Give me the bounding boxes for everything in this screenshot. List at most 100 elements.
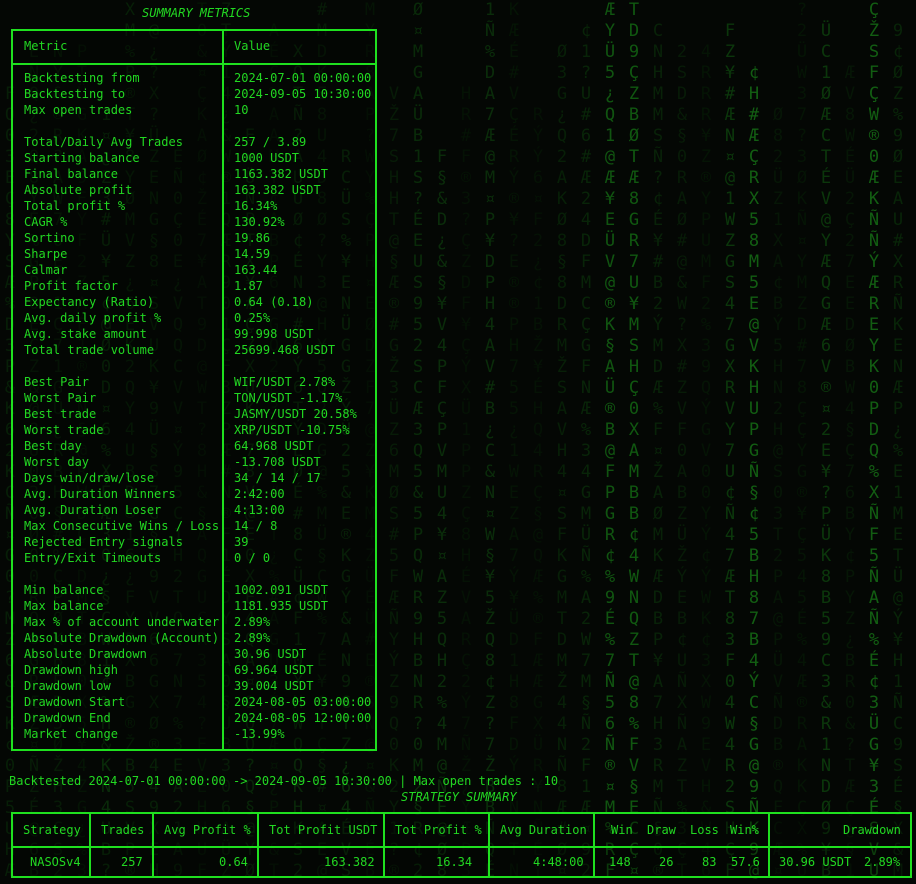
rain-column: Ø ¤ M G A Ü B 1 S ? É E U S 9 5 2 S C Æ … — [412, 0, 424, 881]
rain-column: Ç Ž S F Ç W ® 0 Æ K Ñ Ñ Ý Æ R E Y K 0 P … — [868, 0, 880, 881]
metric-label: Calmar — [24, 263, 68, 277]
metric-value: 130.92% — [234, 215, 285, 229]
metric-value: 257 / 3.89 — [234, 135, 307, 149]
metric-label: Avg. daily profit % — [24, 311, 162, 325]
cell-loss: 83 — [702, 855, 717, 869]
metric-label: Worst Pair — [24, 391, 97, 405]
rain-column: 1 Ñ % D A 7 Æ @ M ¤ P ¥ D P H 4 A V # B … — [484, 0, 496, 881]
metric-value: 1163.382 USDT — [234, 167, 328, 181]
metric-value: 25699.468 USDT — [234, 343, 336, 357]
rain-column: 9 ¢ Ø Z % 9 Ø E A U # X R Ñ K E N Æ P ¿ … — [892, 21, 904, 881]
cell-tot-profit-pct: 16.34 — [436, 855, 473, 869]
metric-value: 163.382 USDT — [234, 183, 321, 197]
metric-value: 1000 USDT — [234, 151, 300, 165]
header-loss: Loss — [690, 823, 719, 837]
metric-spacer — [234, 358, 371, 374]
summary-metrics-title: SUMMARY METRICS — [142, 6, 251, 20]
metric-label: Rejected Entry signals — [24, 535, 183, 549]
metric-label: Max open trades — [24, 103, 133, 117]
metric-value: 39 — [234, 535, 249, 549]
metric-value: 34 / 14 / 17 — [234, 471, 321, 485]
metric-value: 39.004 USDT — [234, 679, 314, 693]
metric-label: Min balance — [24, 583, 104, 597]
metric-label: Best Pair — [24, 375, 90, 389]
rain-column: F § & D ¿ & § ¥ V 4 P F Ç P V M U 4 ¥ ¤ … — [436, 147, 448, 881]
metric-value: JASMY/USDT 20.58% — [234, 407, 357, 421]
metric-label: CAGR % — [24, 215, 68, 229]
rain-column: V Ž 7 S H H T @ § Æ ® # G Ž 3 Ü Z 6 M Ø … — [388, 84, 400, 881]
metric-value: 30.96 USDT — [234, 647, 307, 661]
header-win: Win — [611, 823, 633, 837]
metric-value: 2024-08-05 03:00:00 — [234, 695, 372, 709]
rain-column: F Z ¥ # Æ N ¤ @ 1 W Z G S 4 7 G X R V Y … — [724, 21, 736, 881]
metric-label: Final balance — [24, 167, 118, 181]
metric-label: Max balance — [24, 599, 104, 613]
rain-column: ? 2 Ü W 3 7 ? 3 Ø K Ñ ¤ Y M Z D # 7 8 Ç … — [796, 0, 808, 881]
cell-avg-duration: 4:48:00 — [533, 855, 584, 869]
metric-label: Avg. Duration Loser — [24, 503, 162, 517]
metrics-header-value: Value — [234, 39, 271, 53]
metrics-column-divider — [222, 31, 224, 749]
metric-label: Total/Daily Avg Trades — [24, 135, 183, 149]
metric-label: Worst trade — [24, 423, 104, 437]
metric-value: 2.89% — [234, 615, 271, 629]
metric-spacer — [234, 566, 371, 582]
metric-value: 14.59 — [234, 247, 271, 261]
metric-value: 4:13:00 — [234, 503, 285, 517]
metric-label: Best trade — [24, 407, 97, 421]
metric-values-column: 2024-07-01 00:00:00 2024-09-05 10:30:00 10… — [234, 70, 371, 742]
cell-win: 148 — [609, 855, 631, 869]
metric-value: 14 / 8 — [234, 519, 278, 533]
strategy-col-divider — [488, 814, 490, 876]
header-avg-duration: Avg Duration — [500, 823, 587, 837]
metric-label: Avg. Duration Winners — [24, 487, 176, 501]
metric-label: Backtesting from — [24, 71, 140, 85]
metric-value: 10 — [234, 103, 249, 117]
metric-label: Entry/Exit Timeouts — [24, 551, 162, 565]
cell-avg-profit: 0.64 — [219, 855, 248, 869]
metric-label: Backtesting to — [24, 87, 126, 101]
rain-column: ¢ H # Æ Ç R X 5 8 M 5 E @ V K H U P G Ñ … — [748, 63, 760, 881]
rain-column: Ü C 1 Ø Æ C T É V @ Y Æ Q G Æ 6 V ® ¤ 2 … — [820, 21, 832, 881]
rain-column: T D 9 Ç Z B Ø T Æ 8 G R 7 U ¥ M S H Ç 0 … — [628, 0, 640, 881]
metric-spacer — [24, 358, 219, 374]
metric-label: Avg. stake amount — [24, 327, 147, 341]
cell-winpct: 57.6 — [731, 855, 760, 869]
rain-column: ¢ 1 ? U # 6 # Æ 2 4 D F M C Ç G F N Æ % … — [580, 21, 592, 881]
summary-metrics-table: Metric Value Backtesting from Backtesting… — [11, 29, 377, 751]
cell-trades: 257 — [121, 855, 143, 869]
metric-label: Total profit % — [24, 199, 126, 213]
metric-names-column: Backtesting from Backtesting to Max open t… — [24, 70, 219, 742]
strategy-col-divider — [152, 814, 154, 876]
header-avg-profit: Avg Profit % — [164, 823, 251, 837]
metric-spacer — [24, 118, 219, 134]
header-trades: Trades — [101, 823, 145, 837]
metric-value: 0.25% — [234, 311, 271, 325]
backtested-info-line: Backtested 2024-07-01 00:00:00 -> 2024-0… — [9, 774, 559, 788]
header-drawdown: Drawdown — [843, 823, 901, 837]
rain-column: K Æ É # V Ç É R Ý ® ¥ ? E ® ® P H 7 5 5 … — [508, 0, 520, 881]
cell-draw: 26 — [659, 855, 674, 869]
metric-value: 1181.935 USDT — [234, 599, 328, 613]
metric-label: Expectancy (Ratio) — [24, 295, 155, 309]
cell-tot-profit-usdt: 163.382 — [324, 855, 375, 869]
rain-column: Æ Y Ü 5 ¿ Q 1 @ Æ ¥ E Ü V @ ® K § A Ü ® … — [604, 0, 616, 881]
metric-label: Market change — [24, 727, 118, 741]
rain-column: Æ V 8 W É Ü 2 Ç 2 7 E E D Ø B W 4 § Ç 7 … — [844, 63, 856, 881]
metric-label: Absolute Drawdown — [24, 647, 147, 661]
metric-value: 1.87 — [234, 279, 263, 293]
metric-value: 0 / 0 — [234, 551, 271, 565]
metric-label: Sortino — [24, 231, 75, 245]
metric-label: Days win/draw/lose — [24, 471, 155, 485]
metric-label: Sharpe — [24, 247, 68, 261]
rain-column: Ø 3 G ¿ Q 2 A K Ø 8 § 8 D R M Ž S A V H … — [556, 42, 568, 881]
strategy-col-divider — [257, 814, 259, 876]
header-strategy: Strategy — [23, 823, 81, 837]
metric-value: 163.44 — [234, 263, 278, 277]
metric-value: WIF/USDT 2.78% — [234, 375, 336, 389]
rain-column: 2 S D & § 0 R A Ø # @ & W ? X # Z V F 0 … — [676, 42, 688, 881]
cell-drawdown-pct: 2.89% — [864, 855, 901, 869]
metric-value: -13.99% — [234, 727, 285, 741]
header-tot-profit-usdt: Tot Profit USDT — [269, 823, 378, 837]
metric-value: 69.964 USDT — [234, 663, 314, 677]
